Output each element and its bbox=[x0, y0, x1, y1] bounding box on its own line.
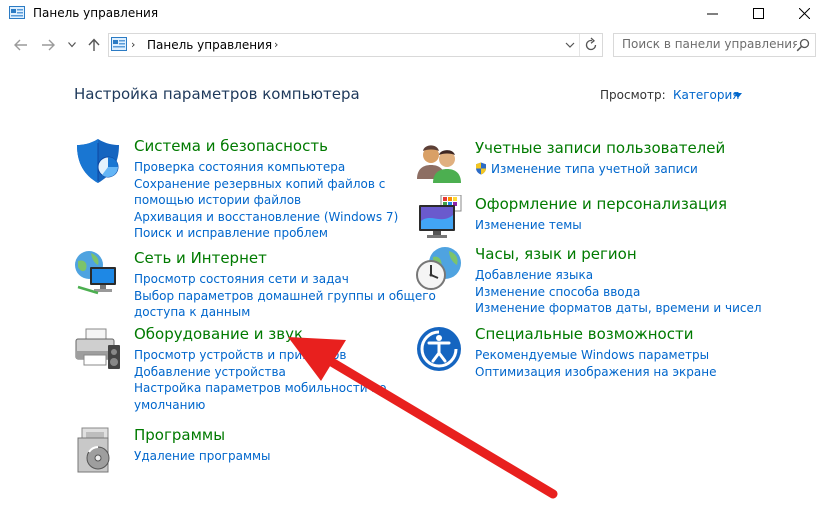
maximize-icon bbox=[752, 7, 764, 19]
search-input[interactable] bbox=[614, 34, 797, 54]
link-change-theme[interactable]: Изменение темы bbox=[475, 217, 582, 234]
back-arrow-icon bbox=[14, 39, 27, 51]
control-panel-icon bbox=[9, 6, 25, 19]
breadcrumb-separator[interactable]: › bbox=[274, 38, 278, 51]
category-title[interactable]: Оборудование и звук bbox=[134, 325, 303, 343]
refresh-icon[interactable] bbox=[583, 37, 599, 53]
breadcrumb-separator[interactable]: › bbox=[131, 38, 135, 51]
back-button[interactable] bbox=[12, 36, 30, 54]
category-title[interactable]: Специальные возможности bbox=[475, 325, 693, 343]
link-homegroup-sharing[interactable]: Выбор параметров домашней группы и общег… bbox=[134, 288, 436, 305]
link-file-history-backup[interactable]: Сохранение резервных копий файлов с bbox=[134, 176, 398, 193]
link-homegroup-sharing-cont[interactable]: доступа к данным bbox=[134, 304, 436, 321]
close-icon bbox=[798, 7, 810, 19]
category-title[interactable]: Система и безопасность bbox=[134, 137, 328, 155]
link-add-device[interactable]: Добавление устройства bbox=[134, 364, 387, 381]
link-mobility-settings-cont[interactable]: умолчанию bbox=[134, 397, 387, 414]
chevron-down-icon[interactable] bbox=[734, 93, 742, 98]
link-change-account-type[interactable]: Изменение типа учетной записи bbox=[475, 161, 698, 178]
address-bar[interactable]: › Панель управления › bbox=[108, 33, 603, 57]
link-recommended-settings[interactable]: Рекомендуемые Windows параметры bbox=[475, 347, 716, 364]
page-title: Настройка параметров компьютера bbox=[74, 85, 360, 103]
up-button[interactable] bbox=[85, 36, 103, 54]
link-troubleshoot[interactable]: Поиск и исправление проблем bbox=[134, 225, 398, 242]
window-title: Панель управления bbox=[33, 6, 159, 20]
category-title[interactable]: Программы bbox=[134, 426, 225, 444]
link-uninstall-program[interactable]: Удаление программы bbox=[134, 448, 271, 465]
recent-locations-button[interactable] bbox=[63, 36, 81, 54]
link-optimize-display[interactable]: Оптимизация изображения на экране bbox=[475, 364, 716, 381]
breadcrumb-control-panel[interactable]: Панель управления bbox=[147, 38, 272, 52]
annotation-arrow-icon bbox=[288, 337, 558, 499]
link-network-status[interactable]: Просмотр состояния сети и задач bbox=[134, 271, 436, 288]
minimize-button[interactable] bbox=[689, 0, 735, 26]
close-button[interactable] bbox=[781, 0, 826, 26]
link-add-language[interactable]: Добавление языка bbox=[475, 267, 762, 284]
search-icon[interactable] bbox=[796, 38, 810, 52]
link-label[interactable]: Изменение типа учетной записи bbox=[491, 162, 698, 176]
printer-icon[interactable] bbox=[74, 325, 122, 373]
accessibility-icon[interactable] bbox=[415, 325, 463, 373]
search-box[interactable] bbox=[613, 33, 816, 57]
link-file-history-backup-cont[interactable]: помощью истории файлов bbox=[134, 192, 398, 209]
link-change-input-method[interactable]: Изменение способа ввода bbox=[475, 284, 762, 301]
address-dropdown-icon[interactable] bbox=[564, 38, 576, 52]
view-mode-dropdown[interactable]: Категория bbox=[673, 88, 740, 102]
maximize-button[interactable] bbox=[735, 0, 781, 26]
uac-shield-icon bbox=[476, 162, 486, 175]
programs-disc-icon[interactable] bbox=[74, 426, 122, 474]
category-title[interactable]: Сеть и Интернет bbox=[134, 249, 267, 267]
link-change-date-formats[interactable]: Изменение форматов даты, времени и чисел bbox=[475, 300, 762, 317]
up-arrow-icon bbox=[88, 38, 100, 51]
minimize-icon bbox=[706, 13, 718, 14]
network-globe-icon[interactable] bbox=[74, 249, 122, 297]
link-check-computer-status[interactable]: Проверка состояния компьютера bbox=[134, 159, 398, 176]
forward-button[interactable] bbox=[39, 36, 57, 54]
link-devices-printers[interactable]: Просмотр устройств и принтеров bbox=[134, 347, 387, 364]
forward-arrow-icon bbox=[42, 39, 55, 51]
users-icon[interactable] bbox=[415, 139, 463, 187]
title-bar: Панель управления bbox=[0, 0, 826, 26]
control-panel-icon bbox=[111, 37, 127, 51]
category-title[interactable]: Часы, язык и регион bbox=[475, 245, 637, 263]
link-mobility-settings[interactable]: Настройка параметров мобильности по bbox=[134, 380, 387, 397]
monitor-palette-icon[interactable] bbox=[415, 195, 463, 243]
shield-icon[interactable] bbox=[74, 137, 122, 185]
address-divider bbox=[579, 34, 580, 56]
view-label: Просмотр: bbox=[600, 88, 666, 102]
category-title[interactable]: Оформление и персонализация bbox=[475, 195, 727, 213]
clock-globe-icon[interactable] bbox=[415, 245, 463, 293]
link-backup-restore-win7[interactable]: Архивация и восстановление (Windows 7) bbox=[134, 209, 398, 226]
category-title[interactable]: Учетные записи пользователей bbox=[475, 139, 725, 157]
chevron-down-icon bbox=[68, 42, 76, 48]
